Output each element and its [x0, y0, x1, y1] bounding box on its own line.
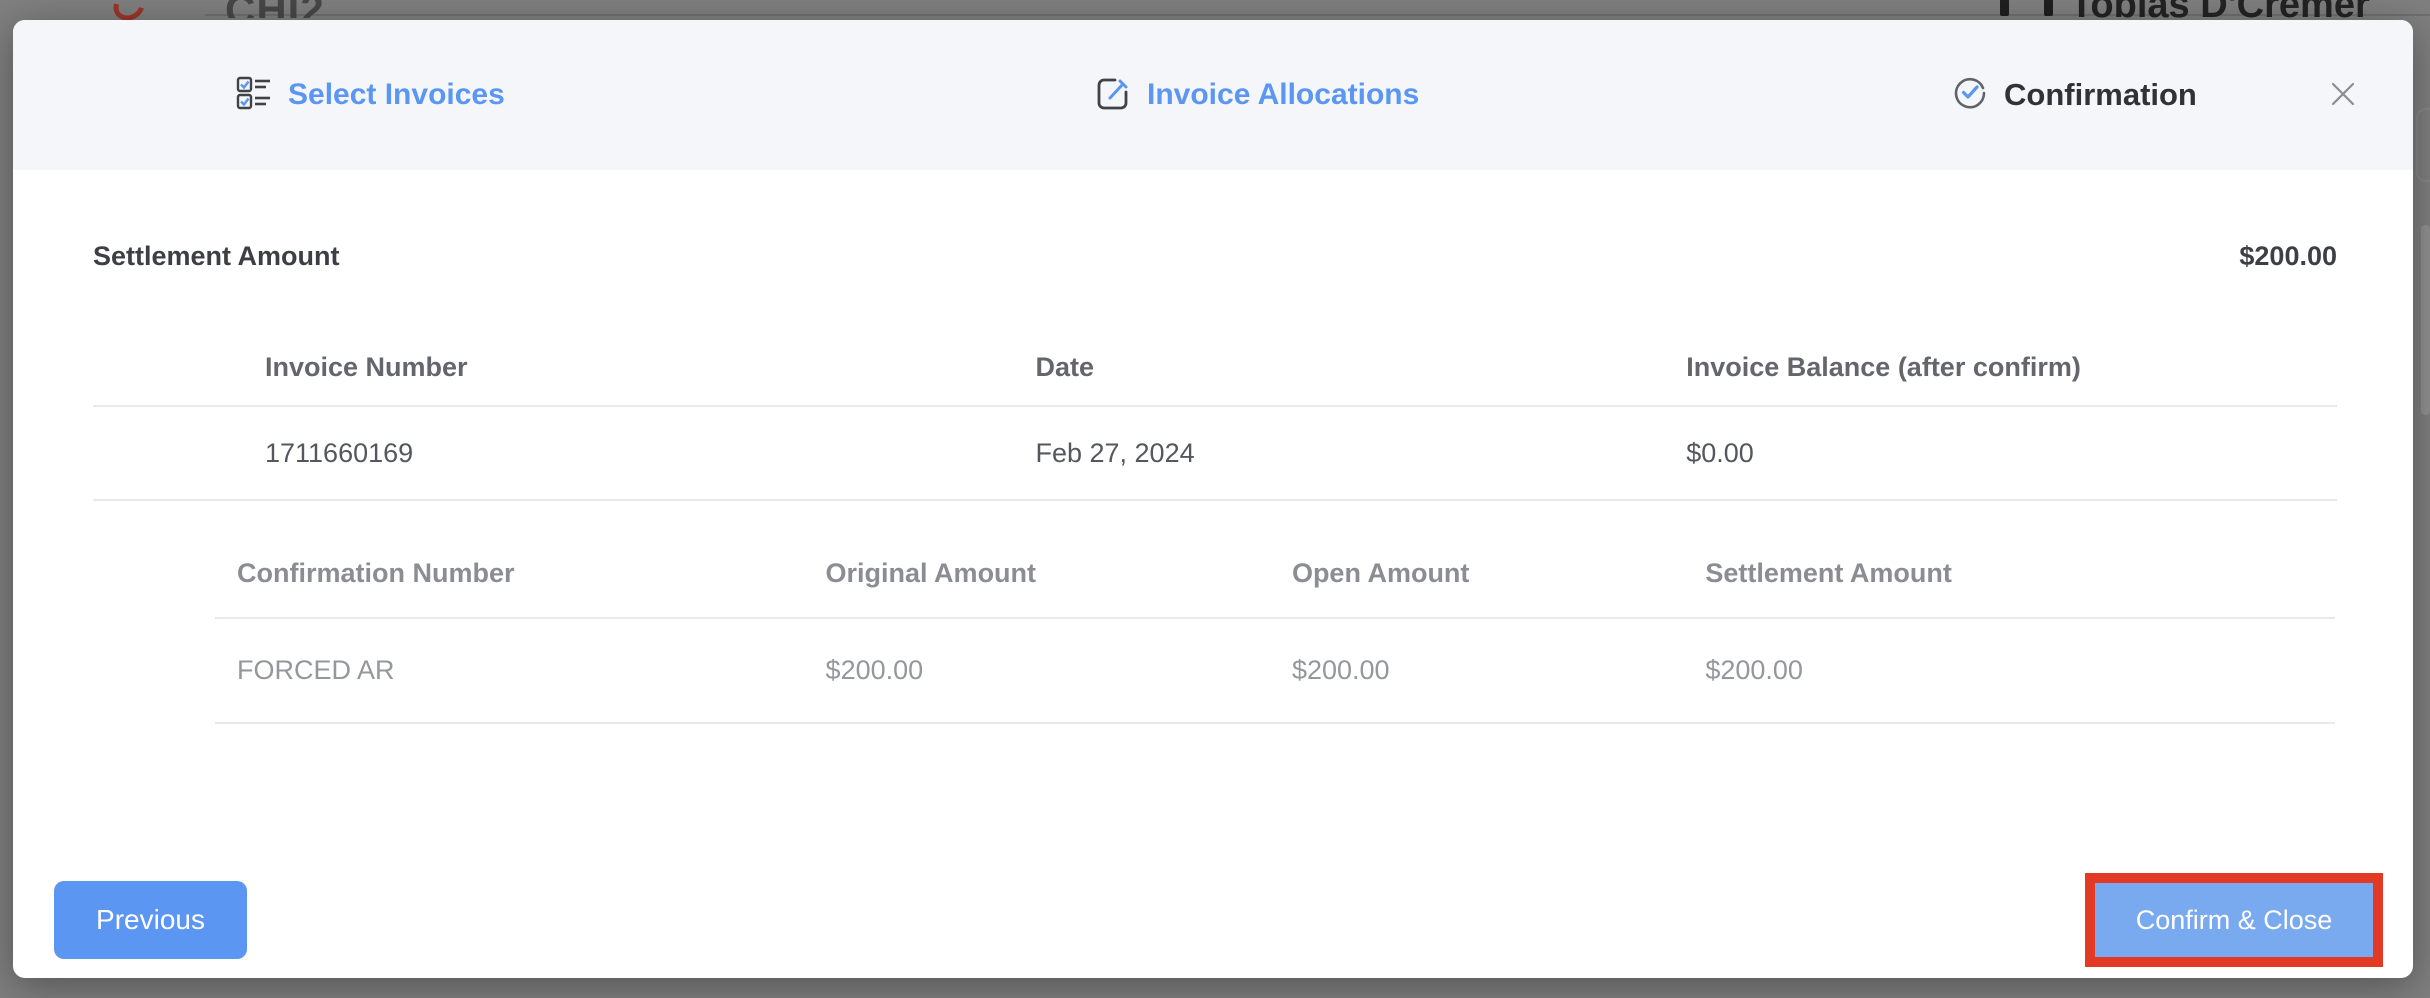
- step-label: Invoice Allocations: [1147, 78, 1419, 112]
- col-invoice-number: Invoice Number: [93, 352, 1035, 383]
- col-settlement-amount: Settlement Amount: [1705, 558, 2335, 589]
- allocation-table-header: Confirmation Number Original Amount Open…: [215, 530, 2335, 619]
- breadcrumb-text: CHI2: [225, 0, 485, 18]
- close-icon[interactable]: [2321, 72, 2365, 116]
- invoice-date-cell: Feb 27, 2024: [1035, 438, 1686, 469]
- col-date: Date: [1035, 352, 1686, 383]
- original-amount-cell: $200.00: [826, 655, 1292, 686]
- annotation-highlight-box: Confirm & Close: [2085, 873, 2383, 967]
- settlement-amount-row: Settlement Amount $200.00: [93, 225, 2337, 287]
- user-name: Tobias D'Cremer: [2070, 0, 2395, 18]
- confirm-and-close-button[interactable]: Confirm & Close: [2095, 883, 2373, 957]
- table-row: 1711660169 Feb 27, 2024 $0.00: [93, 407, 2337, 501]
- settlement-amount-label: Settlement Amount: [93, 241, 340, 272]
- col-open-amount: Open Amount: [1292, 558, 1705, 589]
- step-invoice-allocations[interactable]: Invoice Allocations: [1095, 20, 1419, 170]
- headset-icon: [2000, 0, 2060, 16]
- settlement-confirmation-modal: Select Invoices Invoice Allocations Conf…: [13, 20, 2413, 978]
- step-label: Select Invoices: [288, 78, 505, 112]
- wizard-steps-header: Select Invoices Invoice Allocations Conf…: [13, 20, 2413, 170]
- step-label: Confirmation: [2004, 77, 2197, 113]
- checklist-icon: [236, 75, 272, 116]
- page-scrollbar[interactable]: [2421, 225, 2430, 415]
- table-row: FORCED AR $200.00 $200.00 $200.00: [215, 619, 2335, 724]
- check-circle-icon: [1952, 75, 1988, 116]
- edit-icon: [1095, 75, 1131, 116]
- col-invoice-balance: Invoice Balance (after confirm): [1686, 352, 2337, 383]
- invoice-balance-cell: $0.00: [1686, 438, 2337, 469]
- breadcrumb: CHI2: [225, 0, 485, 18]
- invoice-table-header: Invoice Number Date Invoice Balance (aft…: [93, 330, 2337, 407]
- step-select-invoices[interactable]: Select Invoices: [236, 20, 505, 170]
- previous-button[interactable]: Previous: [54, 881, 247, 959]
- user-menu: Tobias D'Cremer: [1995, 0, 2395, 18]
- col-original-amount: Original Amount: [826, 558, 1292, 589]
- col-confirmation-number: Confirmation Number: [215, 558, 826, 589]
- settlement-amount-cell: $200.00: [1705, 655, 2335, 686]
- confirmation-number-cell: FORCED AR: [215, 655, 826, 686]
- open-amount-cell: $200.00: [1292, 655, 1705, 686]
- allocation-table: Confirmation Number Original Amount Open…: [215, 530, 2335, 724]
- step-confirmation[interactable]: Confirmation: [1952, 20, 2197, 170]
- settlement-amount-value: $200.00: [2239, 241, 2337, 272]
- invoice-number-cell: 1711660169: [93, 438, 1035, 469]
- background-panel-edge: [2416, 108, 2430, 182]
- invoice-table: Invoice Number Date Invoice Balance (aft…: [93, 330, 2337, 501]
